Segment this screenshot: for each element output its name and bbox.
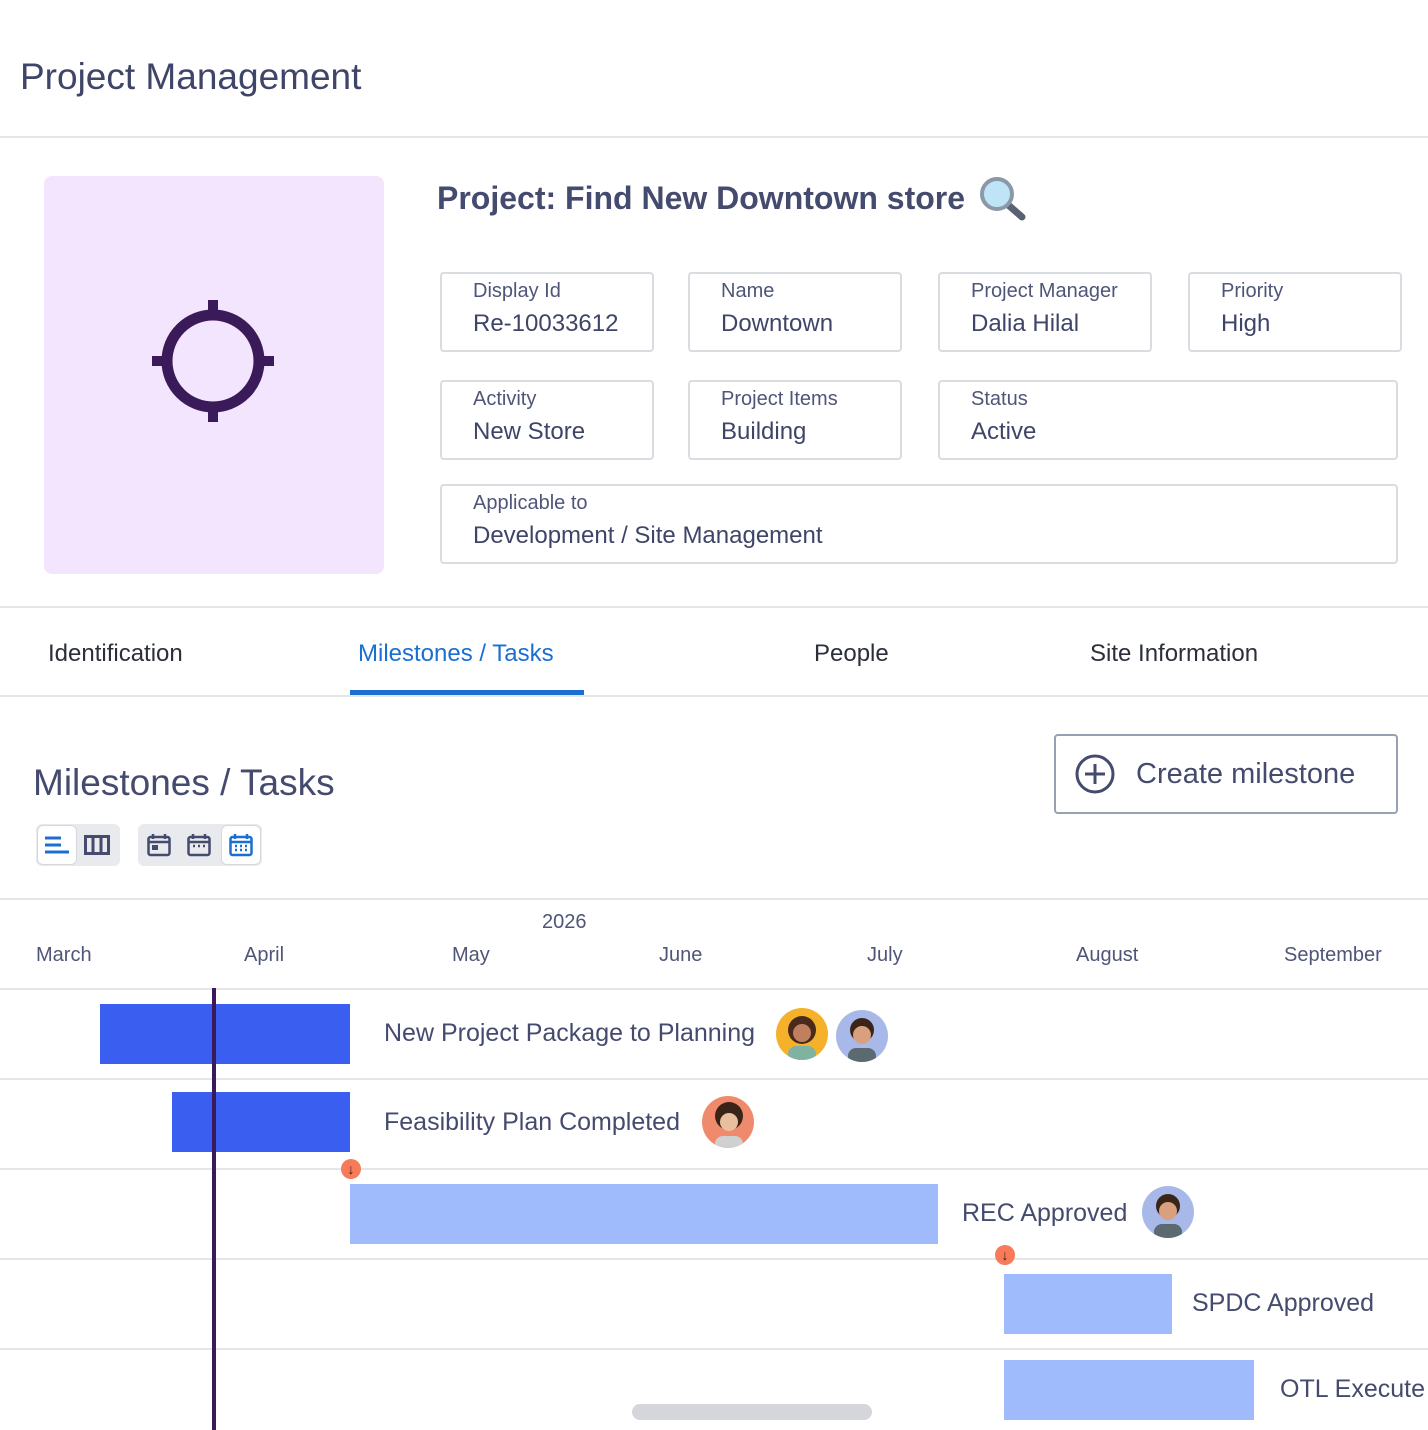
tab-people[interactable]: People <box>814 640 889 668</box>
task-bar[interactable] <box>1004 1274 1172 1334</box>
day-view-button[interactable] <box>139 825 179 865</box>
field-activity: Activity New Store <box>440 380 654 460</box>
create-milestone-button[interactable]: Create milestone <box>1054 734 1398 814</box>
timescale-toggle <box>138 824 262 866</box>
month-label: September <box>1284 944 1382 966</box>
task-label: Feasibility Plan Completed <box>384 1108 680 1136</box>
field-display-id: Display Id Re-10033612 <box>440 272 654 352</box>
horizontal-scrollbar[interactable] <box>632 1404 872 1420</box>
task-bar[interactable] <box>1004 1360 1254 1420</box>
avatar[interactable] <box>1142 1186 1194 1238</box>
divider <box>0 136 1428 138</box>
field-applicable-to: Applicable to Development / Site Manageme… <box>440 484 1398 564</box>
calendar-month-icon <box>229 834 253 857</box>
task-bar[interactable] <box>172 1092 350 1152</box>
list-view-button[interactable] <box>37 825 77 865</box>
search-icon[interactable] <box>978 175 1028 223</box>
crosshair-icon <box>152 300 274 422</box>
column-view-button[interactable] <box>77 825 117 865</box>
project-image <box>44 176 384 574</box>
task-label: OTL Execute <box>1280 1375 1425 1403</box>
avatar[interactable] <box>702 1096 754 1148</box>
avatar[interactable] <box>776 1008 828 1060</box>
create-milestone-label: Create milestone <box>1136 757 1356 790</box>
dependency-arrow-icon[interactable]: ↓ <box>995 1245 1015 1265</box>
week-view-button[interactable] <box>179 825 219 865</box>
calendar-day-icon <box>147 834 171 857</box>
month-label: August <box>1076 944 1139 966</box>
project-title: Project: Find New Downtown store <box>437 180 966 216</box>
section-heading: Milestones / Tasks <box>33 762 335 803</box>
task-bar[interactable] <box>100 1004 350 1064</box>
page-title: Project Management <box>20 56 362 97</box>
month-label: March <box>36 944 92 966</box>
month-label: April <box>244 944 285 966</box>
month-view-button[interactable] <box>221 825 261 865</box>
month-label: May <box>452 944 490 966</box>
list-icon <box>45 836 69 854</box>
tab-milestones-tasks[interactable]: Milestones / Tasks <box>358 640 554 668</box>
task-bar[interactable] <box>350 1184 938 1244</box>
month-label: June <box>659 944 703 966</box>
plus-circle-icon <box>1075 754 1115 794</box>
dependency-arrow-icon[interactable]: ↓ <box>341 1159 361 1179</box>
field-name: Name Downtown <box>688 272 902 352</box>
timeline-year: 2026 <box>542 911 587 933</box>
task-label: REC Approved <box>962 1199 1128 1227</box>
field-project-items: Project Items Building <box>688 380 902 460</box>
task-label: New Project Package to Planning <box>384 1019 756 1047</box>
task-label: SPDC Approved <box>1192 1289 1375 1317</box>
avatar[interactable] <box>836 1010 888 1062</box>
today-line <box>212 988 216 1430</box>
tab-site-information[interactable]: Site Information <box>1090 640 1258 668</box>
divider <box>0 898 1428 900</box>
month-label: July <box>867 944 903 966</box>
columns-icon <box>84 835 110 855</box>
calendar-week-icon <box>187 834 211 857</box>
field-status: Status Active <box>938 380 1398 460</box>
divider <box>0 695 1428 697</box>
field-priority: Priority High <box>1188 272 1402 352</box>
divider <box>0 606 1428 608</box>
tab-identification[interactable]: Identification <box>48 640 183 668</box>
layout-toggle <box>36 824 120 866</box>
field-project-manager: Project Manager Dalia Hilal <box>938 272 1152 352</box>
